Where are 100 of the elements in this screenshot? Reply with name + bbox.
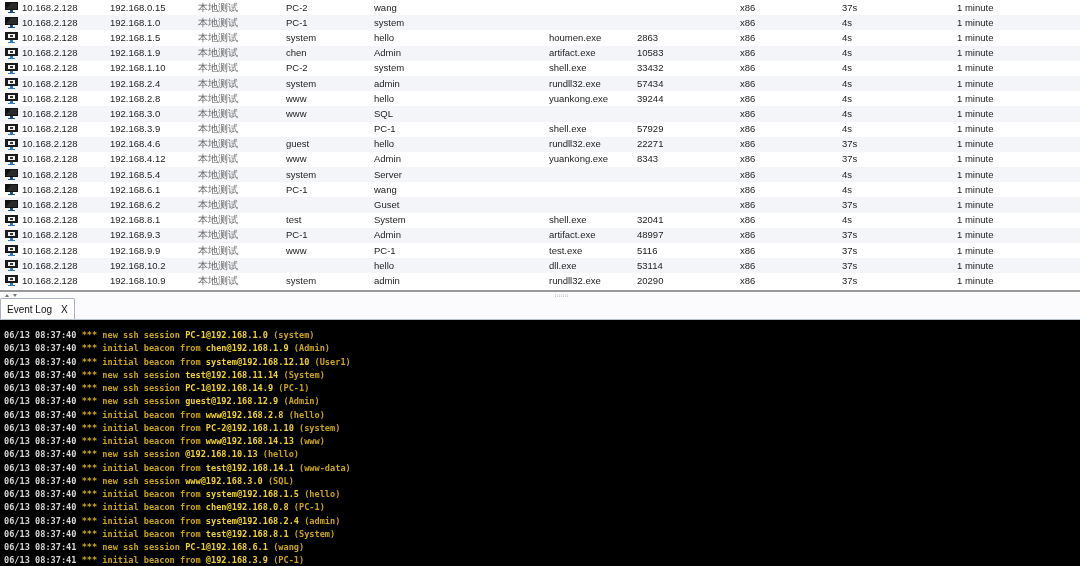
- table-cell: 57929: [637, 123, 664, 136]
- table-cell: 37s: [842, 259, 858, 272]
- table-cell: 本地测试: [198, 229, 238, 242]
- table-cell: x86: [740, 77, 756, 90]
- monitor-icon: [4, 169, 18, 181]
- table-cell: 4s: [842, 183, 853, 196]
- table-cell: x86: [740, 214, 756, 227]
- table-cell: 1 minute: [957, 244, 994, 257]
- event-log-tab[interactable]: Event Log X: [0, 298, 75, 319]
- table-cell: 192.168.10.2: [110, 259, 166, 272]
- table-cell: Admin: [374, 47, 401, 60]
- table-cell: 192.168.1.10: [110, 62, 166, 75]
- table-cell: 10.168.2.128: [22, 168, 78, 181]
- table-cell: 1 minute: [957, 107, 994, 120]
- table-cell: 33432: [637, 62, 664, 75]
- table-cell: 1 minute: [957, 31, 994, 44]
- table-cell: 4s: [842, 214, 853, 227]
- monitor-icon: [4, 123, 18, 135]
- table-cell: 1 minute: [957, 229, 994, 242]
- table-cell: 10.168.2.128: [22, 274, 78, 287]
- table-cell: 1 minute: [957, 214, 994, 227]
- table-cell: 192.168.9.9: [110, 244, 161, 257]
- table-cell: 10.168.2.128: [22, 229, 78, 242]
- table-cell: 10.168.2.128: [22, 1, 78, 14]
- table-cell: 10.168.2.128: [22, 199, 78, 212]
- table-cell: system: [286, 274, 317, 287]
- table-cell: rundll32.exe: [549, 77, 601, 90]
- table-cell: 1 minute: [957, 47, 994, 60]
- table-cell: x86: [740, 153, 756, 166]
- table-cell: 4s: [842, 62, 853, 75]
- table-cell: 192.168.8.1: [110, 214, 161, 227]
- monitor-icon: [4, 245, 18, 257]
- table-cell: 4s: [842, 123, 853, 136]
- log-line: 06/13 08:37:40 *** initial beacon from chen@192.168.1.9 (Admin): [4, 342, 331, 356]
- table-cell: 本地测试: [198, 77, 238, 90]
- table-cell: Guset: [374, 199, 400, 212]
- collapse-arrows-icon[interactable]: [4, 292, 18, 298]
- monitor-icon: [4, 184, 18, 196]
- log-line: 06/13 08:37:40 *** initial beacon from system@192.168.1.5 (hello): [4, 488, 341, 501]
- table-cell: hello: [374, 31, 395, 44]
- table-cell: system: [374, 62, 405, 75]
- log-line: 06/13 08:37:40 *** new ssh session test@192.168.11.14 (System): [4, 368, 325, 382]
- table-cell: hello: [374, 259, 395, 272]
- table-cell: Admin: [374, 153, 401, 166]
- monitor-icon: [4, 62, 18, 74]
- log-line: 06/13 08:37:40 *** new ssh session PC-1@192.168.14.9 (PC-1): [4, 382, 310, 395]
- table-cell: 192.168.2.8: [110, 92, 161, 105]
- grip-icon[interactable]: [555, 293, 569, 297]
- table-cell: 本地测试: [198, 274, 238, 287]
- table-cell: 1 minute: [957, 1, 994, 14]
- table-cell: www: [286, 244, 307, 257]
- table-cell: 37s: [842, 199, 858, 212]
- table-cell: 本地测试: [198, 153, 238, 166]
- table-cell: system: [286, 31, 317, 44]
- table-cell: 10583: [637, 47, 664, 60]
- log-line: 06/13 08:37:40 *** new ssh session guest@192.168.12.9 (Admin): [4, 395, 320, 409]
- table-cell: 37s: [842, 244, 858, 257]
- table-cell: houmen.exe: [549, 31, 602, 44]
- table-cell: 10.168.2.128: [22, 47, 78, 60]
- table-cell: 本地测试: [198, 214, 238, 227]
- monitor-icon: [4, 199, 18, 211]
- table-cell: 10.168.2.128: [22, 183, 78, 196]
- table-cell: x86: [740, 183, 756, 196]
- table-cell: 本地测试: [198, 1, 238, 14]
- table-cell: 1 minute: [957, 259, 994, 272]
- table-cell: SQL: [374, 107, 393, 120]
- table-cell: 本地测试: [198, 92, 238, 105]
- table-cell: 本地测试: [198, 138, 238, 151]
- log-line: 06/13 08:37:40 *** initial beacon from www@192.168.2.8 (hello): [4, 408, 325, 422]
- log-line: 06/13 08:37:40 *** initial beacon from PC-2@192.168.1.10 (system): [4, 421, 341, 435]
- table-cell: rundll32.exe: [549, 274, 601, 287]
- table-cell: PC-1: [286, 229, 308, 242]
- table-cell: 10.168.2.128: [22, 123, 78, 136]
- table-cell: 192.168.2.4: [110, 77, 161, 90]
- table-cell: 本地测试: [198, 62, 238, 75]
- table-cell: 37s: [842, 274, 858, 287]
- log-line: 06/13 08:37:40 *** initial beacon from www@192.168.14.13 (www): [4, 435, 325, 448]
- log-line: 06/13 08:37:40 *** initial beacon from test@192.168.14.1 (www-data): [4, 461, 351, 475]
- table-cell: 10.168.2.128: [22, 77, 78, 90]
- table-cell: x86: [740, 62, 756, 75]
- table-cell: 4s: [842, 168, 853, 181]
- table-cell: shell.exe: [549, 62, 587, 75]
- table-cell: yuankong.exe: [549, 92, 609, 105]
- table-cell: 20290: [637, 274, 664, 287]
- table-cell: system: [286, 168, 317, 181]
- table-cell: 1 minute: [957, 183, 994, 196]
- close-button[interactable]: X: [61, 303, 68, 315]
- table-cell: 192.168.3.9: [110, 123, 161, 136]
- table-cell: 10.168.2.128: [22, 138, 78, 151]
- table-cell: 192.168.6.1: [110, 183, 161, 196]
- table-cell: 1 minute: [957, 138, 994, 151]
- table-cell: 192.168.3.0: [110, 107, 161, 120]
- table-cell: 10.168.2.128: [22, 107, 78, 120]
- table-cell: artifact.exe: [549, 229, 596, 242]
- table-cell: 10.168.2.128: [22, 16, 78, 29]
- table-cell: 37s: [842, 229, 858, 242]
- table-cell: System: [374, 214, 406, 227]
- table-cell: x86: [740, 92, 756, 105]
- table-cell: hello: [374, 92, 395, 105]
- table-cell: 4s: [842, 107, 853, 120]
